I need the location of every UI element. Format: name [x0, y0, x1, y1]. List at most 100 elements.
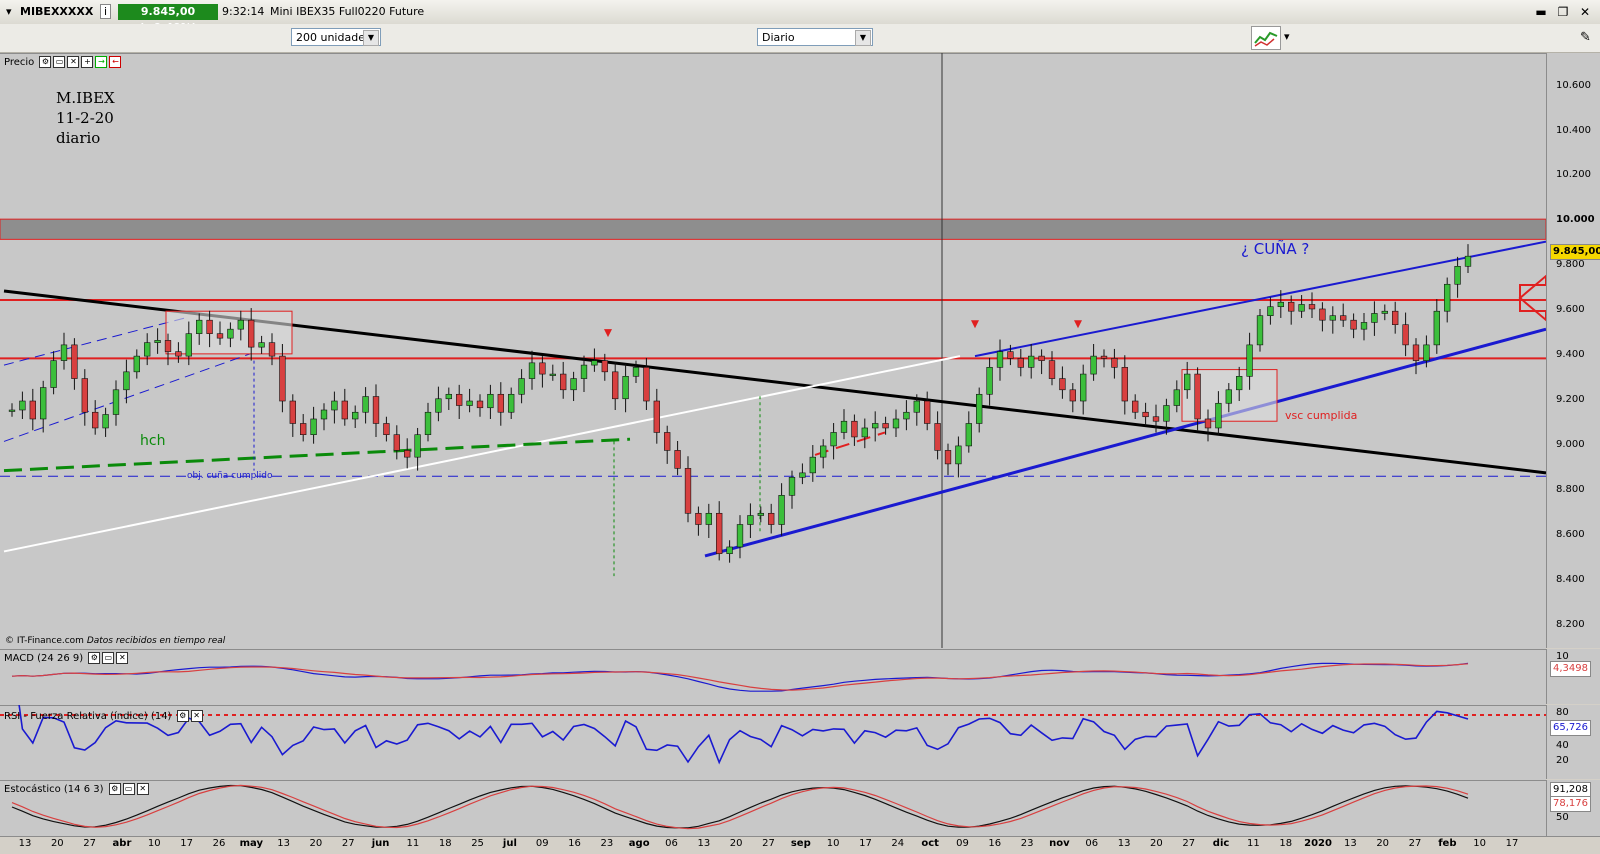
- wrench-icon[interactable]: ⚙: [176, 710, 189, 722]
- settings-icon[interactable]: ✎: [1580, 30, 1591, 45]
- candle-body: [1048, 360, 1056, 379]
- symbol-dropdown-icon[interactable]: ▾: [6, 5, 12, 18]
- x-tick-label: 16: [568, 838, 581, 849]
- signal-arrow: [1074, 320, 1082, 329]
- close-icon[interactable]: ✕: [1578, 5, 1592, 19]
- export-icon[interactable]: →: [95, 56, 108, 68]
- candle-body: [1444, 283, 1451, 312]
- x-tick-label: 17: [180, 838, 193, 849]
- candle-body: [424, 411, 432, 435]
- restore-icon[interactable]: ❐: [1556, 5, 1570, 19]
- maximize-icon[interactable]: ▭: [102, 652, 115, 664]
- y-tick-label: 9.600: [1556, 304, 1585, 316]
- candle-body: [695, 512, 702, 525]
- rsi-tick: 40: [1556, 740, 1569, 751]
- candle-body: [60, 344, 68, 361]
- candle-body: [393, 434, 400, 451]
- candle-body: [487, 393, 494, 409]
- y-tick-label: 9.200: [1556, 394, 1585, 406]
- candle-body: [840, 420, 848, 433]
- vsc-label: vsc cumplida: [1285, 409, 1358, 422]
- chart-title: M.IBEX 11-2-20 diario: [56, 88, 115, 148]
- candle-body: [1319, 308, 1326, 321]
- stoch-tick: 50: [1556, 812, 1569, 823]
- candle-body: [404, 450, 411, 458]
- candle-body: [1246, 344, 1253, 377]
- candle-body: [1277, 301, 1284, 308]
- add-icon[interactable]: +: [81, 56, 94, 68]
- candle-body: [528, 362, 536, 379]
- candle-body: [955, 445, 962, 465]
- candle-body: [1173, 389, 1180, 406]
- candle-body: [778, 495, 785, 525]
- wrench-icon[interactable]: ⚙: [108, 783, 121, 795]
- candle-body: [861, 427, 868, 438]
- maximize-icon[interactable]: ▭: [53, 56, 66, 68]
- x-tick-label: 2020: [1304, 838, 1332, 849]
- close-icon[interactable]: ✕: [116, 652, 129, 664]
- x-tick-label: 13: [1343, 838, 1357, 849]
- candle-body: [591, 360, 598, 366]
- x-tick-label: 18: [1279, 838, 1293, 849]
- close-icon[interactable]: ✕: [67, 56, 80, 68]
- candle-body: [1080, 373, 1087, 402]
- wrench-icon[interactable]: ⚙: [39, 56, 52, 68]
- minimize-icon[interactable]: ▬: [1534, 5, 1548, 19]
- close-icon[interactable]: ✕: [190, 710, 203, 722]
- y-tick-label: 8.200: [1556, 618, 1585, 630]
- candle-body: [653, 400, 660, 433]
- chevron-down-icon[interactable]: ▼: [363, 30, 379, 46]
- source-text: © IT-Finance.com: [5, 636, 84, 646]
- candle-body: [497, 393, 504, 413]
- units-select-value: 200 unidades: [296, 31, 371, 44]
- candle-body: [882, 423, 889, 429]
- x-tick-label: 11: [1247, 838, 1260, 849]
- candle-body: [341, 400, 348, 420]
- x-tick-label: 20: [729, 838, 743, 849]
- x-tick-label: oct: [921, 838, 939, 849]
- signal-arrow: [971, 320, 979, 329]
- info-icon[interactable]: i: [100, 4, 112, 19]
- chart-type-icon[interactable]: [1251, 26, 1281, 50]
- candle-body: [310, 418, 317, 435]
- quote-time: 9:32:14: [222, 5, 265, 18]
- units-select[interactable]: 200 unidades ▼: [291, 28, 381, 46]
- x-tick-label: 20: [1150, 838, 1163, 849]
- title-line: M.IBEX: [56, 89, 115, 107]
- chevron-down-icon[interactable]: ▼: [855, 30, 871, 46]
- candle-body: [872, 423, 879, 429]
- candle-body: [1225, 389, 1232, 404]
- close-icon[interactable]: ✕: [136, 783, 149, 795]
- candle-body: [560, 373, 567, 391]
- candle-body: [248, 319, 255, 348]
- candle-body: [976, 393, 983, 424]
- candle-body: [1204, 418, 1212, 429]
- chart-type-dropdown-icon[interactable]: ▾: [1284, 30, 1290, 43]
- candle-body: [757, 512, 764, 516]
- y-tick-label: 9.000: [1556, 438, 1585, 450]
- rsi-label-text: RSI - Fuerza Relativa (índice) (14): [4, 711, 172, 722]
- x-tick-label: 13: [1117, 838, 1131, 849]
- x-tick-label: 13: [18, 838, 32, 849]
- x-tick-label: 10: [826, 838, 840, 849]
- maximize-icon[interactable]: ▭: [122, 783, 135, 795]
- candle-body: [1100, 355, 1108, 359]
- signal-arrow: [604, 329, 612, 338]
- candle-body: [996, 351, 1004, 368]
- candle-body: [456, 393, 463, 406]
- candle-body: [206, 319, 213, 334]
- candle-body: [747, 515, 754, 525]
- candle-body: [1308, 304, 1316, 310]
- symbol-name[interactable]: MIBEXXXXX: [20, 5, 93, 18]
- wrench-icon[interactable]: ⚙: [88, 652, 101, 664]
- stoch-k-line: [11, 784, 1469, 829]
- remove-icon[interactable]: ←: [109, 56, 122, 68]
- x-tick-label: may: [239, 838, 263, 849]
- price-chart: [0, 53, 1546, 648]
- period-select[interactable]: Diario ▼: [757, 28, 873, 46]
- candle-body: [903, 411, 910, 420]
- macd-signal: [11, 663, 1469, 691]
- candle-body: [664, 432, 671, 451]
- candle-body: [237, 319, 244, 330]
- candle-body: [965, 423, 972, 447]
